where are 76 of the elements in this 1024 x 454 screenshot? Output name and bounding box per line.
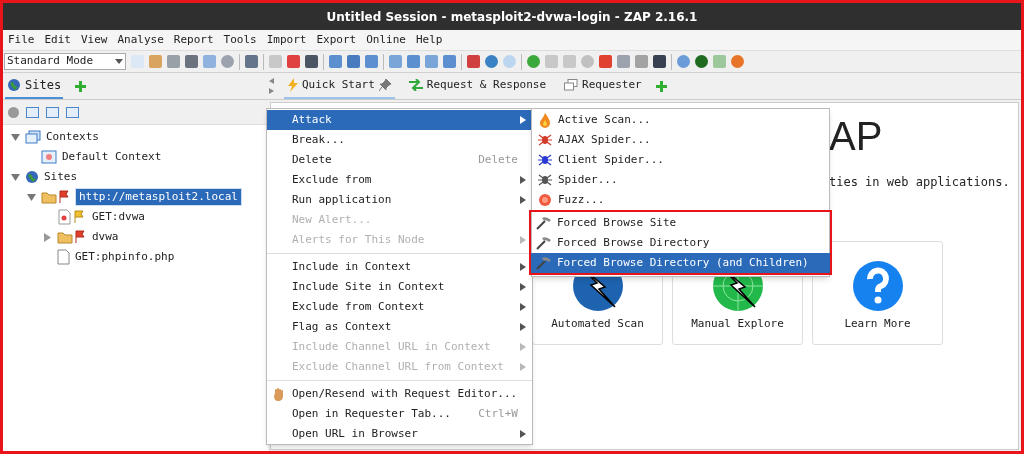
shortcut-label: Delete <box>478 151 518 168</box>
expanded-arrow-icon[interactable] <box>26 192 36 202</box>
heading: AP <box>829 113 884 159</box>
menu-item[interactable]: Flag as Context <box>267 317 532 337</box>
add-icon[interactable] <box>75 80 87 92</box>
menu-item[interactable]: Open/Resend with Request Editor... <box>267 384 532 404</box>
menu-item[interactable]: Export <box>313 31 360 49</box>
flame-icon <box>539 112 551 128</box>
tree-item[interactable]: http://metasploit2.local <box>75 187 242 207</box>
tree-item[interactable]: Default Context <box>61 148 163 166</box>
tree-item[interactable]: GET:dvwa <box>91 208 146 226</box>
spider-icon <box>538 133 552 147</box>
scroll-arrows-icon[interactable] <box>269 78 274 94</box>
spider-icon <box>538 173 552 187</box>
shortcut-label: Ctrl+W <box>478 405 518 422</box>
expanded-arrow-icon[interactable] <box>10 132 20 142</box>
tree-item[interactable]: Sites <box>43 168 79 186</box>
menu-item[interactable]: Online <box>363 31 409 49</box>
caret-icon <box>115 59 123 64</box>
mode-dropdown[interactable]: Standard Mode <box>4 53 126 70</box>
page-icon <box>57 249 70 265</box>
tree-item[interactable]: GET:phpinfo.php <box>74 248 176 266</box>
target-window-icon <box>41 150 57 164</box>
folder-flag-icon <box>41 190 71 204</box>
menu-item[interactable]: View <box>78 31 111 49</box>
menu-item[interactable]: Spider... <box>532 170 829 190</box>
menu-item[interactable]: Exclude from <box>267 170 532 190</box>
menu-item[interactable]: Client Spider... <box>532 150 829 170</box>
menu-item[interactable]: Break... <box>267 130 532 150</box>
menu-item[interactable]: Attack <box>267 110 532 130</box>
menu-item[interactable]: AJAX Spider... <box>532 130 829 150</box>
pin-icon[interactable] <box>378 79 391 91</box>
menu-item[interactable]: Help <box>413 31 446 49</box>
menu-item[interactable]: Open URL in Browser <box>267 424 532 444</box>
menu-item[interactable]: Exclude from Context <box>267 297 532 317</box>
spider-icon <box>538 153 552 167</box>
hammer-icon <box>536 256 552 270</box>
add-icon[interactable] <box>655 80 667 92</box>
folder-flag-icon <box>57 230 87 244</box>
fuzz-icon <box>538 193 552 207</box>
lightning-icon <box>288 78 298 92</box>
menu-item[interactable]: Active Scan... <box>532 110 829 130</box>
tab[interactable]: Request & Response <box>404 73 551 99</box>
menu-item[interactable]: Delete Delete <box>267 150 532 170</box>
tab[interactable]: Quick Start <box>284 73 395 99</box>
tree-item[interactable]: dvwa <box>91 228 120 246</box>
menu-item[interactable]: Open in Requester Tab... Ctrl+W <box>267 404 532 424</box>
hammer-icon <box>536 236 552 250</box>
hand-icon <box>273 387 285 401</box>
menu-item[interactable]: Include Site in Context <box>267 277 532 297</box>
page-flag-icon <box>57 209 87 225</box>
menu-item[interactable]: File <box>5 31 38 49</box>
sites-tab[interactable]: Sites <box>5 73 64 99</box>
menu-item[interactable]: Import <box>263 31 310 49</box>
menu-item[interactable]: Fuzz... <box>532 190 829 210</box>
swap-arrows-icon <box>408 79 423 91</box>
window-icon[interactable] <box>46 106 59 118</box>
menu-item[interactable]: Report <box>170 31 217 49</box>
menu-item[interactable]: Edit <box>41 31 74 49</box>
hammer-icon <box>536 216 552 230</box>
menu-item[interactable]: Include in Context <box>267 257 532 277</box>
menu-item[interactable]: Forced Browse Directory (and Children) <box>531 253 830 273</box>
collapsed-arrow-icon[interactable] <box>42 232 52 242</box>
menu-item[interactable]: Analyse <box>114 31 167 49</box>
menu-item[interactable]: Forced Browse Site <box>531 213 830 233</box>
description: ties in web applications. <box>829 174 1011 191</box>
window-title: Untitled Session - metasploit2-dvwa-login - ZAP 2.16.1 <box>326 8 698 26</box>
tree-item[interactable]: Contexts <box>45 128 100 146</box>
menu-item[interactable]: Run application <box>267 190 532 210</box>
windows-icon <box>25 130 41 144</box>
tab[interactable]: Requester <box>560 73 646 99</box>
expanded-arrow-icon[interactable] <box>10 172 20 182</box>
window-icon[interactable] <box>66 106 79 118</box>
window-icon[interactable] <box>26 106 39 118</box>
windows-icon <box>564 79 579 91</box>
menu-item[interactable]: Tools <box>220 31 260 49</box>
